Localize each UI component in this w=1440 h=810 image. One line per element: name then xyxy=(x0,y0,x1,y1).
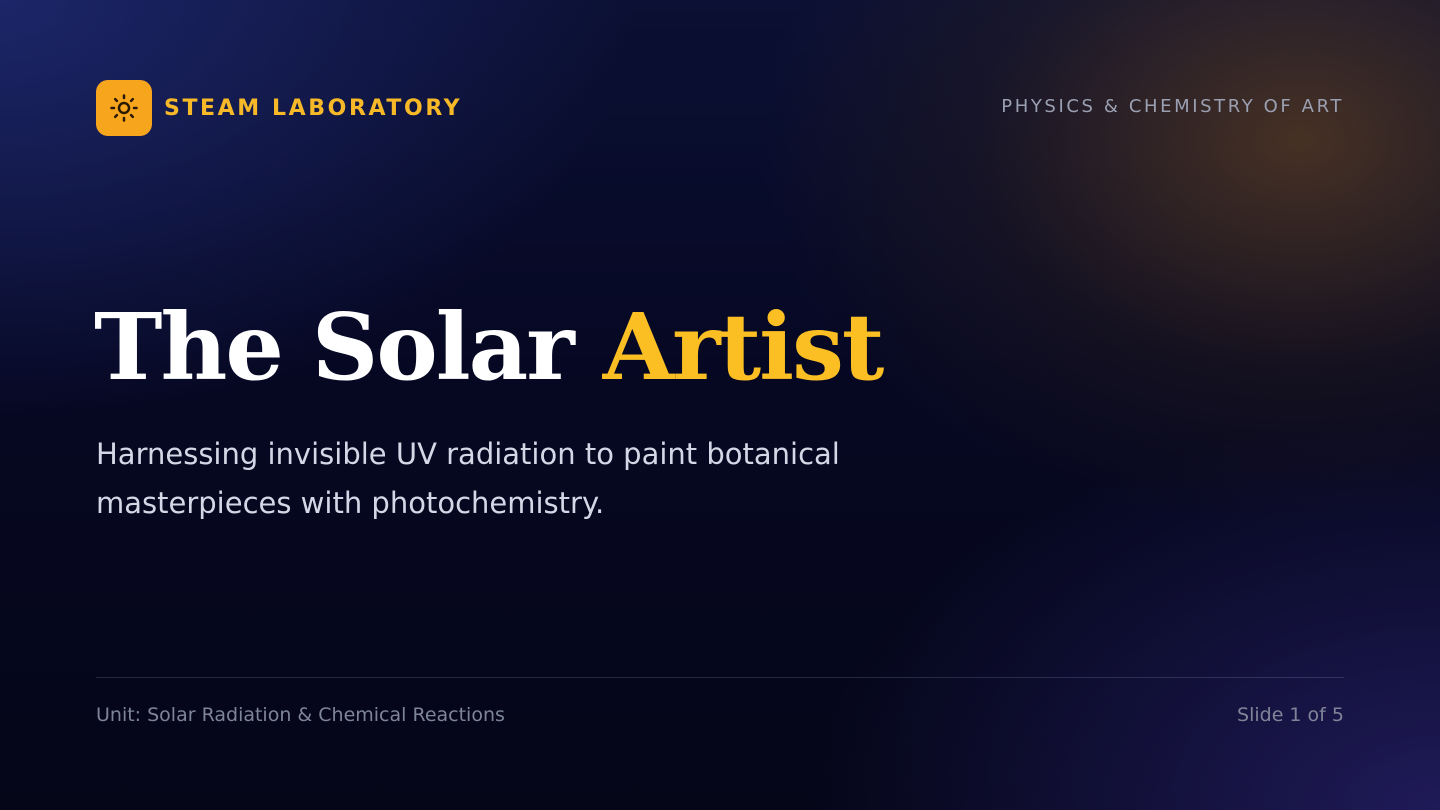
unit-label: Unit: Solar Radiation & Chemical Reactio… xyxy=(96,704,505,726)
brand-badge xyxy=(96,80,152,136)
slide: STEAM LABORATORY PHYSICS & CHEMISTRY OF … xyxy=(0,0,1440,810)
slide-indicator: Slide 1 of 5 xyxy=(1237,704,1344,726)
brand-name: STEAM LABORATORY xyxy=(164,95,463,121)
brand: STEAM LABORATORY xyxy=(96,80,462,136)
title-accent: Artist xyxy=(602,293,885,401)
sun-icon xyxy=(110,94,138,122)
slide-subtitle: Harnessing invisible UV radiation to pai… xyxy=(96,437,840,520)
course-label: PHYSICS & CHEMISTRY OF ART xyxy=(1001,96,1344,117)
slide-title: The Solar Artist xyxy=(94,292,885,402)
footer-divider xyxy=(96,677,1344,678)
title-main: The Solar xyxy=(94,293,575,401)
